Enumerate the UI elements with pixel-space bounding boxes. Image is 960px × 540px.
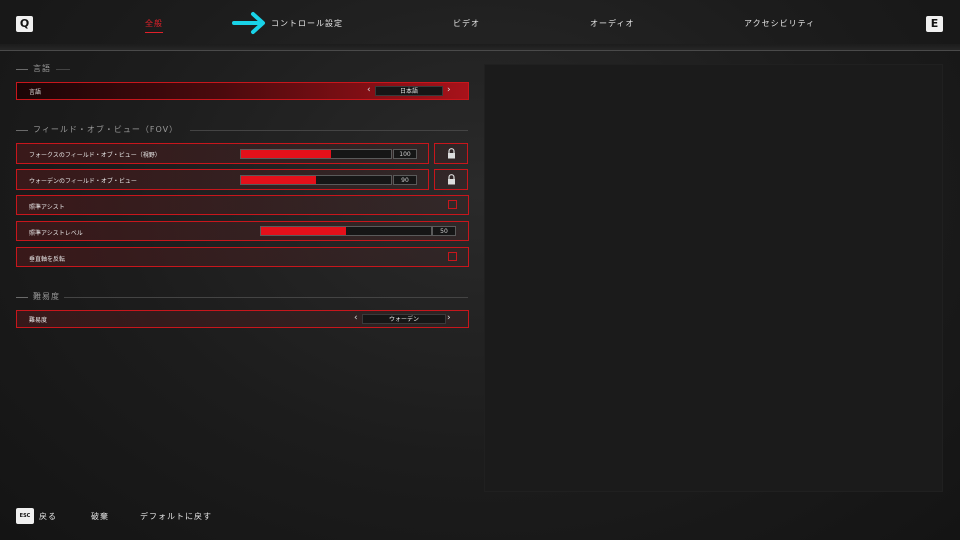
aim-assist-level-row[interactable]: 照準アシストレベル 50 <box>16 221 469 241</box>
forks-fov-label: フォークスのフィールド・オブ・ビュー（視野） <box>29 152 161 159</box>
next-tab-key[interactable]: E <box>926 16 943 32</box>
warden-fov-label: ウォーデンのフィールド・オブ・ビュー <box>29 178 137 185</box>
top-nav: Q 全般 コントロール設定 ビデオ オーディオ アクセシビリティ E <box>0 0 960 51</box>
difficulty-selector[interactable]: ‹ ウォーデン › <box>354 312 454 326</box>
tab-accessibility[interactable]: アクセシビリティ <box>744 18 815 29</box>
annotation-arrow-icon <box>232 12 265 34</box>
invert-vertical-row[interactable]: 垂直軸を反転 <box>16 247 469 267</box>
back-button[interactable]: 戻る <box>39 511 57 522</box>
lock-icon <box>448 174 455 185</box>
warden-fov-row[interactable]: ウォーデンのフィールド・オブ・ビュー 90 <box>16 169 429 190</box>
slider-fill <box>241 176 316 184</box>
discard-button[interactable]: 破棄 <box>91 511 109 522</box>
tab-audio[interactable]: オーディオ <box>590 18 634 29</box>
aim-assist-label: 照準アシスト <box>29 204 65 211</box>
nav-divider <box>0 44 960 50</box>
language-selector[interactable]: ‹ 日本語 › <box>367 84 457 98</box>
forks-fov-value[interactable]: 100 <box>393 149 417 159</box>
reset-default-button[interactable]: デフォルトに戻す <box>140 511 212 522</box>
esc-key-icon[interactable]: ESC <box>16 508 34 524</box>
warden-fov-value[interactable]: 90 <box>393 175 417 185</box>
forks-fov-row[interactable]: フォークスのフィールド・オブ・ビュー（視野） 100 <box>16 143 429 164</box>
language-setting-row[interactable]: 言語 ‹ 日本語 › <box>16 82 469 100</box>
aim-assist-level-slider[interactable] <box>260 226 432 236</box>
language-value: 日本語 <box>375 86 443 96</box>
chevron-right-icon[interactable]: › <box>447 85 451 95</box>
chevron-left-icon[interactable]: ‹ <box>367 85 371 95</box>
section-title: 言語 <box>33 64 51 73</box>
aim-assist-level-label: 照準アシストレベル <box>29 230 83 237</box>
chevron-right-icon[interactable]: › <box>447 313 451 323</box>
section-header-fov: フィールド・オブ・ビュー（FOV） <box>16 124 468 136</box>
chevron-left-icon[interactable]: ‹ <box>354 313 358 323</box>
section-title: フィールド・オブ・ビュー（FOV） <box>33 125 179 134</box>
preview-panel <box>484 64 943 492</box>
invert-vertical-label: 垂直軸を反転 <box>29 256 66 263</box>
tab-controls[interactable]: コントロール設定 <box>271 18 343 29</box>
difficulty-value: ウォーデン <box>362 314 446 324</box>
aim-assist-checkbox[interactable] <box>448 200 457 209</box>
tab-general[interactable]: 全般 <box>145 18 163 33</box>
forks-fov-lock-button[interactable] <box>434 143 468 164</box>
warden-fov-lock-button[interactable] <box>434 169 468 190</box>
prev-tab-key[interactable]: Q <box>16 16 33 32</box>
slider-fill <box>261 227 346 235</box>
tab-video[interactable]: ビデオ <box>453 18 480 29</box>
difficulty-label: 難易度 <box>29 317 48 324</box>
aim-assist-level-value[interactable]: 50 <box>432 226 456 236</box>
lock-icon <box>448 148 455 159</box>
section-title: 難易度 <box>33 292 60 301</box>
forks-fov-slider[interactable] <box>240 149 392 159</box>
warden-fov-slider[interactable] <box>240 175 392 185</box>
aim-assist-row[interactable]: 照準アシスト <box>16 195 469 215</box>
section-header-language: 言語 <box>16 63 468 75</box>
language-label: 言語 <box>29 89 42 96</box>
section-header-difficulty: 難易度 <box>16 291 468 303</box>
difficulty-setting-row[interactable]: 難易度 ‹ ウォーデン › <box>16 310 469 328</box>
invert-vertical-checkbox[interactable] <box>448 252 457 261</box>
slider-fill <box>241 150 331 158</box>
